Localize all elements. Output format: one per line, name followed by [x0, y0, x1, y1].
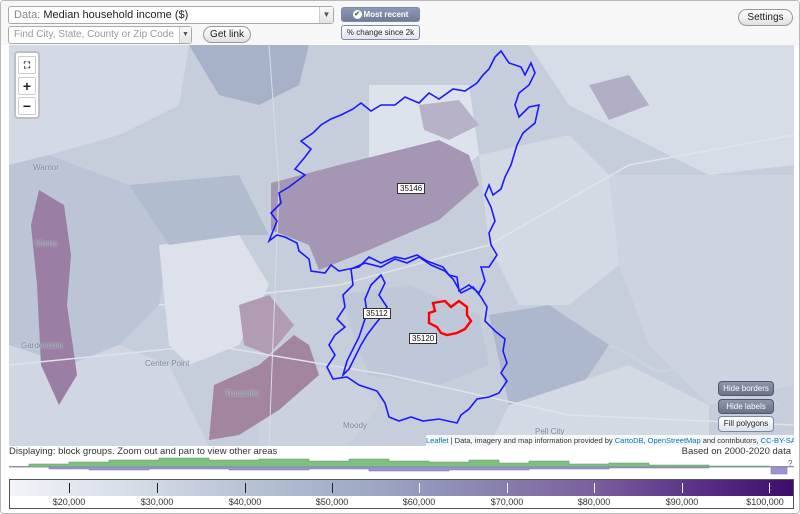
- value-histogram: [9, 457, 794, 475]
- legend-tick: [507, 483, 508, 493]
- legend-label: $90,000: [665, 497, 699, 507]
- zip-label-35146[interactable]: 35146: [397, 183, 426, 194]
- legend-label: $60,000: [402, 497, 436, 507]
- legend-tick: [245, 483, 246, 493]
- legend-tick: [157, 483, 158, 493]
- legend-tick: [682, 483, 683, 493]
- legend-tick: [769, 483, 770, 493]
- legend-label: $50,000: [315, 497, 349, 507]
- data-select-prefix: Data:: [14, 9, 44, 21]
- check-icon: ✔: [352, 10, 362, 19]
- legend-tick: [419, 483, 420, 493]
- data-select[interactable]: Data: Median household income ($) ▼: [8, 6, 334, 24]
- chevron-down-icon[interactable]: ▼: [179, 27, 191, 43]
- legend-tick: [594, 483, 595, 493]
- place-label-moody: Moody: [343, 421, 368, 430]
- place-label-center-point: Center Point: [145, 359, 190, 368]
- choropleth-map[interactable]: Warrior Morris Gardendale Center Point T…: [9, 45, 794, 446]
- histogram-green-series: [9, 457, 770, 468]
- help-icon[interactable]: ?: [788, 459, 792, 468]
- place-label-morris: Morris: [35, 239, 58, 248]
- data-select-value: Median household income ($): [43, 9, 189, 21]
- place-label-gardendale: Gardendale: [21, 341, 63, 350]
- legend-tick: [69, 483, 70, 493]
- chevron-down-icon[interactable]: ▼: [319, 7, 333, 23]
- legend-label: $30,000: [140, 497, 174, 507]
- cartodb-link[interactable]: CartoDB: [615, 436, 644, 445]
- location-search-input[interactable]: Find City, State, County or Zip Code ▼: [8, 26, 192, 44]
- hide-borders-button[interactable]: Hide borders: [718, 381, 774, 396]
- zoom-control: ⛶ + −: [14, 51, 40, 119]
- zip-label-35112[interactable]: 35112: [363, 308, 391, 319]
- displaying-status: Displaying: block groups. Zoom out and p…: [9, 446, 278, 457]
- percent-change-button[interactable]: % change since 2k: [341, 25, 420, 40]
- location-search-placeholder: Find City, State, County or Zip Code: [14, 29, 174, 40]
- place-label-warrior: Warrior: [33, 163, 59, 172]
- legend-label: $70,000: [490, 497, 524, 507]
- zoom-out-button[interactable]: −: [18, 97, 36, 115]
- toolbar: Data: Median household income ($) ▼ Find…: [1, 1, 799, 45]
- legend-label: $100,000: [746, 497, 784, 507]
- legend-label: $20,000: [52, 497, 86, 507]
- attribution-text: | Data, imagery and map information prov…: [448, 436, 615, 445]
- color-legend: $20,000 $30,000 $40,000 $50,000 $60,000 …: [9, 479, 794, 509]
- leaflet-link[interactable]: Leaflet: [426, 436, 449, 445]
- license-link[interactable]: CC-BY-SA: [761, 436, 794, 445]
- settings-button[interactable]: Settings: [738, 9, 793, 26]
- map-attribution: Leaflet | Data, imagery and map informat…: [426, 435, 794, 446]
- map-canvas: [9, 45, 794, 446]
- legend-label: $40,000: [228, 497, 262, 507]
- attribution-contributors: and contributors,: [700, 436, 761, 445]
- fit-bounds-icon[interactable]: ⛶: [18, 56, 36, 74]
- legend-label: $80,000: [577, 497, 611, 507]
- histogram-purple-series: [9, 466, 794, 475]
- hide-labels-button[interactable]: Hide labels: [718, 399, 774, 414]
- get-link-button[interactable]: Get link: [203, 26, 251, 43]
- place-label-trussville: Trussville: [225, 389, 259, 398]
- legend-gradient: [10, 480, 793, 496]
- zoom-in-button[interactable]: +: [18, 77, 36, 95]
- app-frame: Data: Median household income ($) ▼ Find…: [0, 0, 800, 514]
- zip-label-35120[interactable]: 35120: [409, 333, 438, 344]
- legend-tick: [332, 483, 333, 493]
- fill-polygons-button[interactable]: Fill polygons: [718, 416, 774, 432]
- data-source-note: Based on 2000-2020 data: [681, 446, 791, 457]
- most-recent-value-button[interactable]: ✔Most recent value: [341, 7, 420, 32]
- openstreetmap-link[interactable]: OpenStreetMap: [648, 436, 701, 445]
